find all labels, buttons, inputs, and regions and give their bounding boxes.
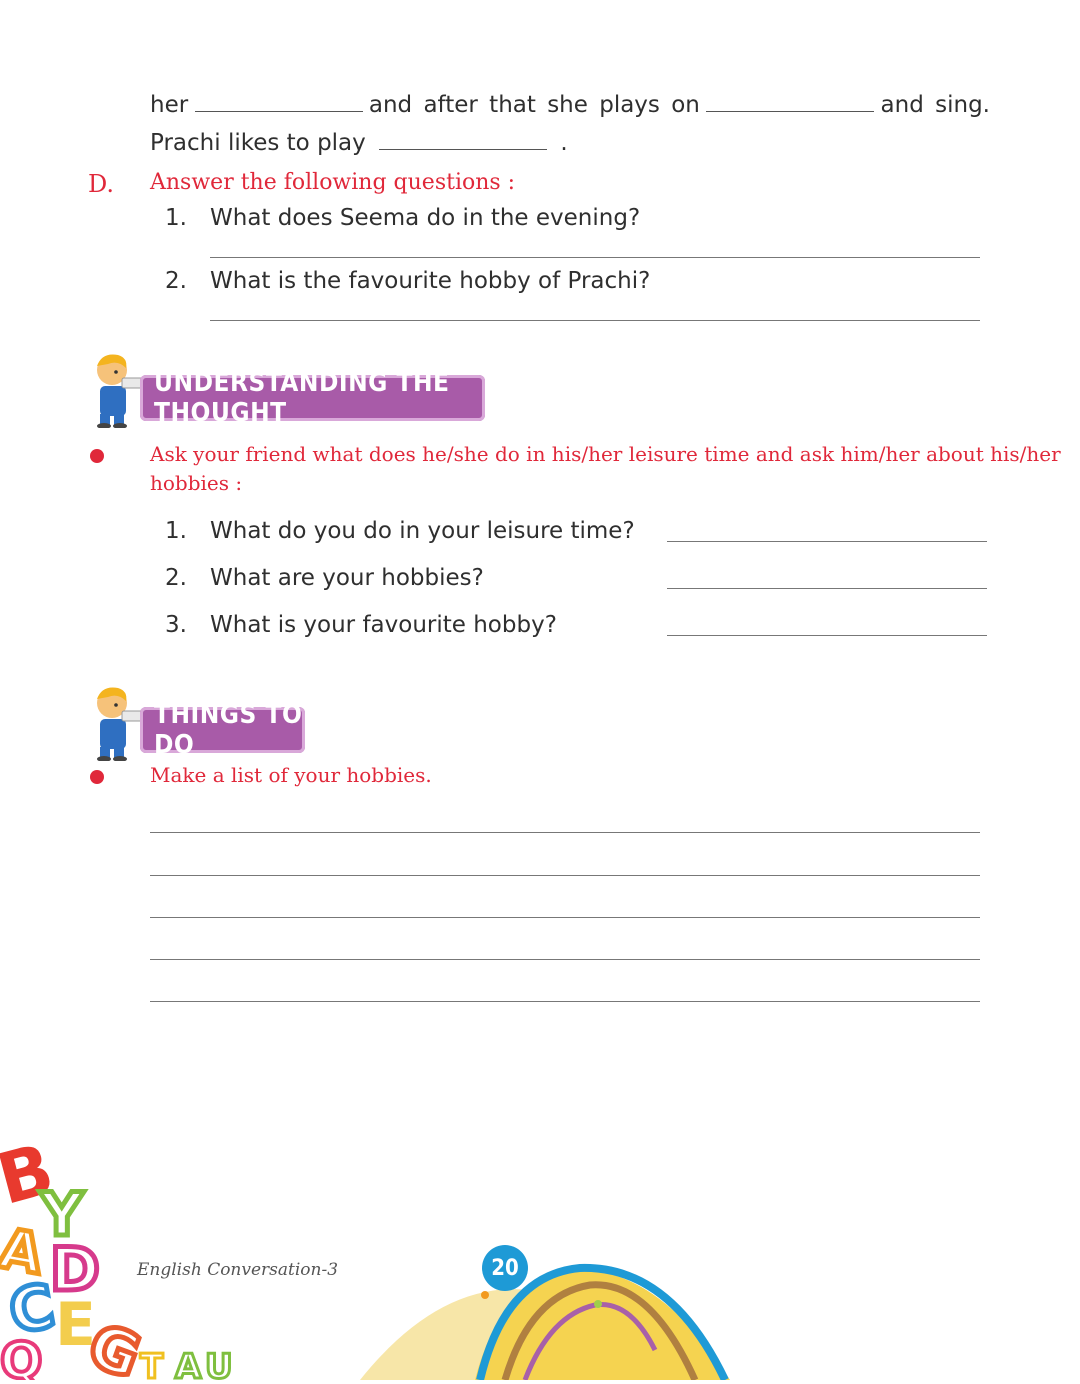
question-number: 1. <box>165 518 187 544</box>
fill-in-line-2: Prachi likes to play . <box>150 130 568 156</box>
answer-line[interactable] <box>667 635 987 636</box>
svg-text:A: A <box>175 1347 202 1380</box>
question-text: What does Seema do in the evening? <box>210 205 641 231</box>
hills-decoration <box>330 1260 750 1382</box>
blank-3[interactable] <box>379 149 548 150</box>
question-number: 3. <box>165 612 187 638</box>
boy-mascot-icon <box>88 683 148 762</box>
bullet-icon <box>90 770 104 784</box>
question-number: 2. <box>165 268 187 294</box>
question-number: 1. <box>165 205 187 231</box>
answer-line[interactable] <box>150 917 980 918</box>
answer-line[interactable] <box>210 320 980 321</box>
section-d-letter: D. <box>88 170 115 198</box>
question-number: 2. <box>165 565 187 591</box>
answer-line[interactable] <box>667 541 987 542</box>
blank-1[interactable] <box>194 111 363 112</box>
boy-mascot-icon <box>88 350 148 429</box>
understanding-instruction-line-1: Ask your friend what does he/she do in h… <box>150 442 1061 466</box>
section-d-instruction: Answer the following questions : <box>150 170 516 195</box>
question-text: What is your favourite hobby? <box>210 612 557 638</box>
answer-line[interactable] <box>150 832 980 833</box>
fill-in-line-1: her and after that she plays on and sing… <box>150 92 990 118</box>
svg-text:T: T <box>140 1347 164 1380</box>
answer-line[interactable] <box>667 588 987 589</box>
things-to-do-instruction: Make a list of your hobbies. <box>150 763 432 787</box>
blank-2[interactable] <box>706 111 875 112</box>
fill-in-word-her: her <box>150 92 189 118</box>
answer-line[interactable] <box>150 875 980 876</box>
fill-in-end: and sing. <box>880 92 990 118</box>
things-to-do-banner-title: THINGS TO DO <box>154 700 303 760</box>
book-title: English Conversation-3 <box>137 1260 339 1280</box>
things-to-do-banner: THINGS TO DO <box>140 700 305 760</box>
question-text: What is the favourite hobby of Prachi? <box>210 268 651 294</box>
answer-line[interactable] <box>210 257 980 258</box>
svg-text:U: U <box>205 1347 233 1380</box>
fill-in-period: . <box>560 130 568 156</box>
svg-text:Q: Q <box>0 1332 43 1380</box>
understanding-instruction-line-2: hobbies : <box>150 471 243 495</box>
bullet-icon <box>90 449 104 463</box>
fill-in-prachi: Prachi likes to play <box>150 130 366 156</box>
understanding-banner: UNDERSTANDING THE THOUGHT <box>140 368 485 428</box>
understanding-banner-title: UNDERSTANDING THE THOUGHT <box>154 368 450 428</box>
page-number: 20 <box>491 1255 519 1281</box>
answer-line[interactable] <box>150 959 980 960</box>
question-text: What are your hobbies? <box>210 565 484 591</box>
question-text: What do you do in your leisure time? <box>210 518 635 544</box>
page-number-badge: 20 <box>482 1245 528 1291</box>
answer-line[interactable] <box>150 1001 980 1002</box>
fill-in-phrase: and after that she plays on <box>368 92 700 118</box>
